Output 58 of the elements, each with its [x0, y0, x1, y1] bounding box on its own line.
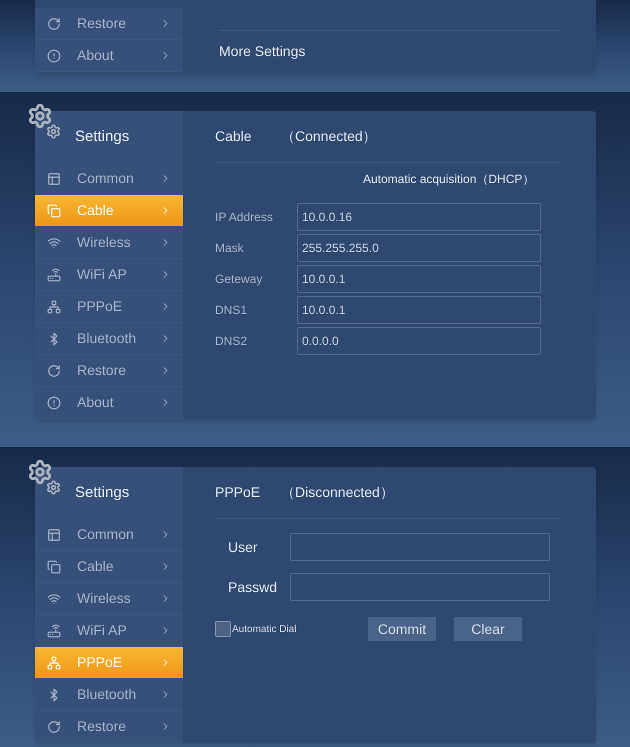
- gears-icon: [27, 459, 61, 495]
- sidebar-item[interactable]: Cable: [35, 195, 183, 227]
- input-field[interactable]: [290, 533, 550, 561]
- sidebar-item[interactable]: Common: [35, 519, 183, 551]
- sidebar-item[interactable]: PPPoE: [35, 291, 183, 323]
- field-label: Passwd: [227, 578, 278, 596]
- refresh-icon: [47, 16, 61, 30]
- menu-entry[interactable]: More Settings: [219, 41, 306, 62]
- sidebar-item[interactable]: Bluetooth: [35, 323, 183, 355]
- network-icon: [47, 656, 61, 670]
- sidebar-item[interactable]: Restore: [35, 355, 183, 387]
- page-title: PPPoE: [215, 483, 262, 502]
- sidebar-item[interactable]: Wireless: [35, 583, 183, 615]
- router-icon: [47, 624, 61, 638]
- field-label: DNS2: [215, 333, 248, 350]
- input-field[interactable]: 10.0.0.1: [297, 296, 541, 324]
- sidebar-item[interactable]: Cable: [35, 551, 183, 583]
- network-icon: [47, 300, 61, 314]
- field-label: Geteway: [215, 271, 264, 288]
- input-field[interactable]: [290, 573, 550, 601]
- page-title: Cable: [215, 127, 253, 146]
- checkbox-label: Automatic Dial: [232, 622, 296, 636]
- field-label: DNS1: [215, 302, 248, 319]
- input-field[interactable]: 10.0.0.1: [297, 265, 541, 293]
- input-field[interactable]: 0.0.0.0: [297, 327, 541, 355]
- field-label: Mask: [215, 240, 245, 257]
- field-label: User: [227, 538, 259, 556]
- alert-circle-icon: [47, 48, 61, 62]
- sidebar-item[interactable]: About: [35, 40, 183, 72]
- sidebar-item[interactable]: PPPoE: [35, 647, 183, 679]
- input-field[interactable]: 10.0.0.16: [297, 203, 541, 231]
- action-button[interactable]: Commit: [368, 617, 436, 641]
- alert-circle-icon: [47, 396, 61, 410]
- router-icon: [47, 268, 61, 282]
- screens-icon: [47, 560, 61, 574]
- refresh-icon: [47, 364, 61, 378]
- input-field[interactable]: 255.255.255.0: [297, 234, 541, 262]
- field-label: IP Address: [215, 209, 274, 226]
- sidebar-item[interactable]: Restore: [35, 711, 183, 743]
- panel-icon: [47, 528, 61, 542]
- sidebar-item[interactable]: About: [35, 387, 183, 419]
- sidebar-title: Settings: [75, 126, 130, 147]
- refresh-icon: [47, 720, 61, 734]
- screens-icon: [47, 204, 61, 218]
- sidebar-item[interactable]: WiFi AP: [35, 259, 183, 291]
- sidebar-title: Settings: [75, 482, 130, 503]
- wifi-icon: [47, 236, 61, 250]
- sidebar-item[interactable]: Bluetooth: [35, 679, 183, 711]
- mode-label: Automatic acquisition（DHCP）: [363, 171, 534, 188]
- action-button[interactable]: Clear: [454, 617, 522, 641]
- panel-icon: [47, 172, 61, 186]
- wifi-icon: [47, 592, 61, 606]
- connection-status: （Disconnected）: [281, 483, 394, 502]
- gears-icon: [27, 103, 61, 139]
- connection-status: （Connected）: [281, 127, 377, 146]
- checkbox[interactable]: [215, 621, 231, 637]
- sidebar-item[interactable]: Wireless: [35, 227, 183, 259]
- sidebar-item[interactable]: Restore: [35, 8, 183, 40]
